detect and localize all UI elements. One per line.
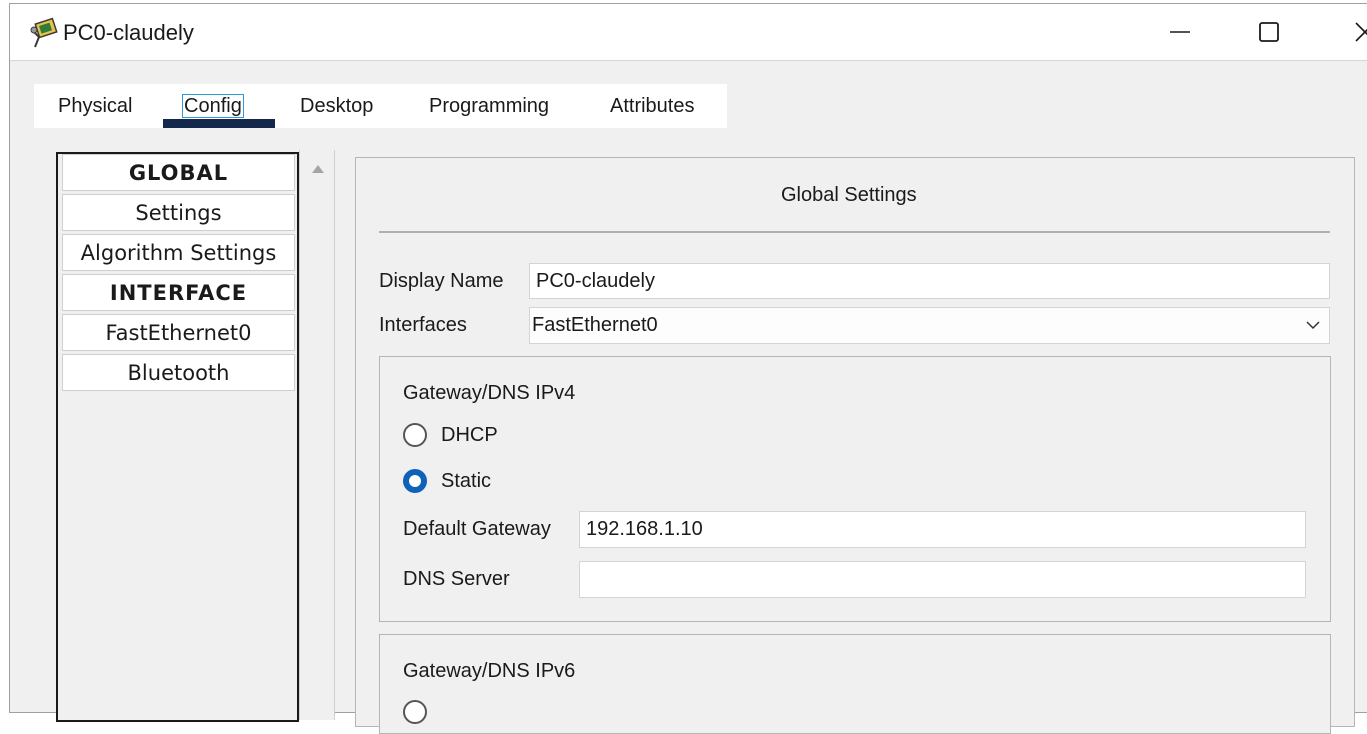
tab-desktop[interactable]: Desktop bbox=[300, 84, 373, 128]
close-icon bbox=[1355, 22, 1367, 42]
minimize-button[interactable] bbox=[1160, 14, 1200, 50]
minimize-icon bbox=[1170, 31, 1190, 33]
title-divider bbox=[379, 231, 1330, 233]
ipv4-group-title: Gateway/DNS IPv4 bbox=[403, 382, 576, 404]
sidebar-item-fastethernet0[interactable]: FastEthernet0 bbox=[62, 314, 295, 351]
title-bar: PC0-claudely bbox=[10, 4, 1367, 61]
tab-attributes-label: Attributes bbox=[610, 95, 695, 117]
interfaces-label: Interfaces bbox=[379, 314, 467, 336]
display-name-input[interactable]: PC0-claudely bbox=[529, 263, 1330, 299]
sidebar-item-settings[interactable]: Settings bbox=[62, 194, 295, 231]
chevron-down-icon bbox=[1306, 321, 1320, 330]
panel-title: Global Settings bbox=[781, 184, 917, 206]
interfaces-select[interactable]: FastEthernet0 bbox=[529, 307, 1330, 344]
sidebar-item-algorithm-settings[interactable]: Algorithm Settings bbox=[62, 234, 295, 271]
sidebar-header-interface: INTERFACE bbox=[62, 274, 295, 311]
window-title: PC0-claudely bbox=[63, 20, 194, 45]
tab-programming[interactable]: Programming bbox=[429, 84, 549, 128]
ipv6-group bbox=[379, 634, 1331, 734]
tab-bar: Physical Config Desktop Programming Attr… bbox=[34, 84, 727, 128]
dns-server-label: DNS Server bbox=[403, 568, 510, 590]
sidebar-scrollbar[interactable] bbox=[299, 150, 335, 720]
tab-programming-label: Programming bbox=[429, 95, 550, 117]
static-radio[interactable] bbox=[403, 469, 427, 493]
close-button[interactable] bbox=[1340, 14, 1367, 50]
static-label[interactable]: Static bbox=[441, 470, 491, 493]
tab-physical-label: Physical bbox=[58, 95, 133, 117]
default-gateway-input[interactable]: 192.168.1.10 bbox=[579, 511, 1306, 548]
tab-config-label: Config bbox=[182, 94, 244, 118]
ipv6-group-title: Gateway/DNS IPv6 bbox=[403, 660, 576, 682]
maximize-icon bbox=[1259, 22, 1279, 42]
dhcp-label[interactable]: DHCP bbox=[441, 424, 498, 447]
default-gateway-label: Default Gateway bbox=[403, 518, 551, 540]
tab-physical[interactable]: Physical bbox=[58, 84, 132, 128]
config-sidebar: GLOBAL Settings Algorithm Settings INTER… bbox=[56, 152, 299, 722]
tab-desktop-label: Desktop bbox=[300, 95, 374, 117]
tab-attributes[interactable]: Attributes bbox=[610, 84, 694, 128]
dhcp-radio[interactable] bbox=[403, 423, 427, 447]
interfaces-selected-value: FastEthernet0 bbox=[532, 314, 658, 336]
ipv6-automatic-radio[interactable] bbox=[403, 700, 427, 724]
sidebar-item-bluetooth[interactable]: Bluetooth bbox=[62, 354, 295, 391]
dns-server-input[interactable] bbox=[579, 561, 1306, 598]
active-tab-indicator bbox=[163, 119, 275, 128]
sidebar-header-global: GLOBAL bbox=[62, 154, 295, 191]
maximize-button[interactable] bbox=[1249, 14, 1289, 50]
pc-device-icon bbox=[29, 17, 59, 49]
display-name-label: Display Name bbox=[379, 270, 504, 292]
scroll-up-arrow-icon[interactable] bbox=[311, 164, 325, 174]
